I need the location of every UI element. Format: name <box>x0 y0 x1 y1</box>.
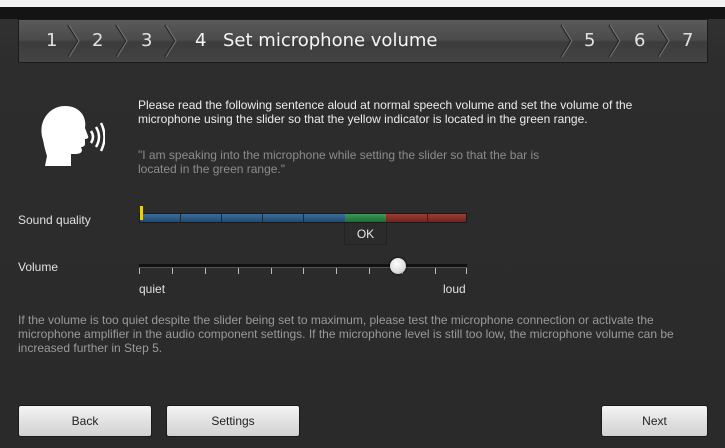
slider-thumb[interactable] <box>390 258 406 274</box>
step-4-current: 4 <box>195 30 207 51</box>
chevron-separator-icon <box>66 24 80 58</box>
chevron-separator-icon <box>114 24 128 58</box>
settings-button[interactable]: Settings <box>166 405 300 437</box>
help-note: If the volume is too quiet despite the s… <box>18 313 674 355</box>
back-button[interactable]: Back <box>18 405 152 437</box>
step-title: Set microphone volume <box>223 30 438 51</box>
meter-high-range <box>386 214 466 222</box>
sound-quality-meter <box>139 213 467 223</box>
step-6[interactable]: 6 <box>634 20 645 62</box>
window-top-bar <box>0 7 725 19</box>
sample-sentence: "I am speaking into the microphone while… <box>138 148 540 176</box>
level-indicator <box>140 206 143 220</box>
chevron-separator-icon <box>559 24 573 58</box>
meter-low-range <box>140 214 345 222</box>
ok-range-label: OK <box>344 223 387 245</box>
volume-slider[interactable] <box>139 258 469 278</box>
chevron-separator-icon <box>656 24 670 58</box>
window-top-edge <box>0 0 725 7</box>
instruction-text: Please read the following sentence aloud… <box>138 98 633 126</box>
loud-label: loud <box>443 282 466 296</box>
step-3[interactable]: 3 <box>141 20 152 62</box>
step-2[interactable]: 2 <box>92 20 103 62</box>
wizard-stepper: 1 2 3 4 Set microphone volume 5 6 7 <box>18 19 708 63</box>
chevron-separator-icon <box>607 24 621 58</box>
volume-label: Volume <box>18 260 59 274</box>
step-7[interactable]: 7 <box>682 20 693 62</box>
step-5[interactable]: 5 <box>584 20 595 62</box>
next-button[interactable]: Next <box>601 405 708 437</box>
mic-setup-wizard: 1 2 3 4 Set microphone volume 5 6 7 Plea… <box>0 0 725 448</box>
sound-quality-label: Sound quality <box>18 213 91 227</box>
speaking-head-icon <box>35 100 106 175</box>
step-1[interactable]: 1 <box>46 20 57 62</box>
meter-ok-range <box>345 214 386 222</box>
quiet-label: quiet <box>139 282 166 296</box>
chevron-separator-icon <box>163 24 177 58</box>
